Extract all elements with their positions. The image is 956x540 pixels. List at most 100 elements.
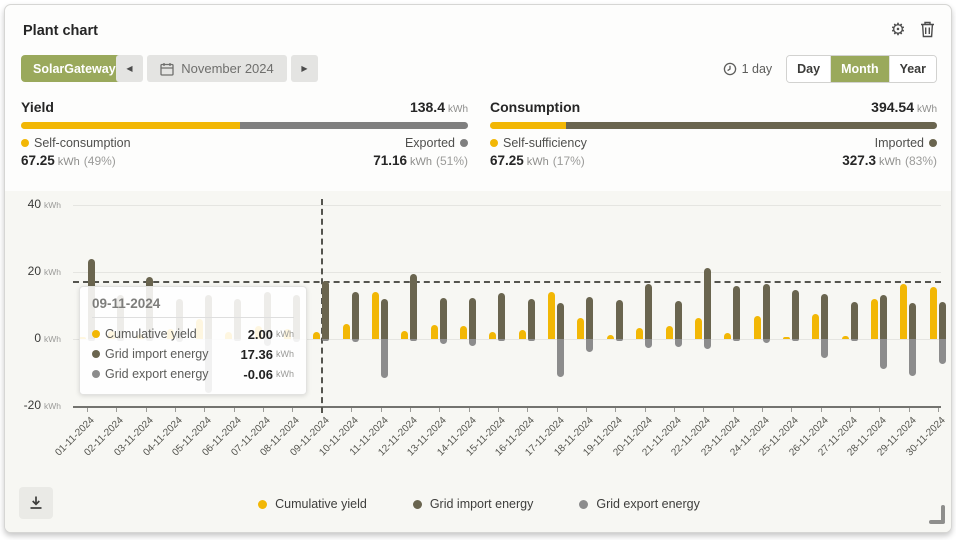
cumulative-yield-bar[interactable] [489, 332, 496, 339]
yield-title: Yield [21, 99, 54, 115]
x-axis-tick [116, 408, 117, 412]
cumulative-yield-bar[interactable] [871, 299, 878, 339]
grid-import-bar[interactable] [616, 300, 623, 339]
grid-import-bar[interactable] [381, 299, 388, 339]
day-view-button[interactable]: Day [787, 56, 830, 82]
cumulative-yield-bar[interactable] [695, 318, 702, 339]
tooltip-import-value: 17.36 [240, 347, 273, 362]
x-axis-tick [674, 408, 675, 412]
grid-export-bar[interactable] [792, 339, 799, 341]
x-axis-tick [204, 408, 205, 412]
grid-export-bar[interactable] [586, 339, 593, 352]
grid-export-bar[interactable] [704, 339, 711, 349]
grid-import-bar[interactable] [880, 295, 887, 339]
grid-import-bar[interactable] [528, 299, 535, 339]
cumulative-yield-bar[interactable] [519, 330, 526, 339]
grid-import-bar[interactable] [704, 268, 711, 339]
cumulative-yield-bar[interactable] [724, 333, 731, 339]
grid-import-bar[interactable] [586, 297, 593, 339]
grid-export-bar[interactable] [557, 339, 564, 377]
x-axis-tick [527, 408, 528, 412]
x-axis-tick [938, 408, 939, 412]
prev-month-button[interactable]: ◀ [116, 55, 143, 82]
grid-export-bar[interactable] [675, 339, 682, 347]
cumulative-yield-bar[interactable] [548, 292, 555, 339]
grid-export-bar[interactable] [381, 339, 388, 378]
cumulative-yield-bar[interactable] [754, 316, 761, 339]
chevron-right-icon: ▶ [301, 64, 307, 73]
grid-export-bar[interactable] [733, 339, 740, 341]
legend-label: Grid export energy [596, 497, 700, 511]
grid-export-bar[interactable] [821, 339, 828, 358]
self-sufficiency-label: Self-sufficiency [503, 136, 587, 150]
grid-export-bar[interactable] [645, 339, 652, 348]
cumulative-yield-bar[interactable] [812, 314, 819, 339]
date-picker-button[interactable]: November 2024 [147, 55, 287, 82]
grid-export-bar[interactable] [939, 339, 946, 364]
toolbar: SolarGateway ◀ November 2024 ▶ 1 day Day… [5, 55, 951, 83]
grid-export-bar[interactable] [851, 339, 858, 341]
grid-import-bar[interactable] [909, 303, 916, 339]
cumulative-yield-bar[interactable] [577, 318, 584, 339]
yield-summary: Yield 138.4kWh Self-consumption Exported… [21, 99, 468, 168]
cumulative-yield-bar[interactable] [930, 287, 937, 339]
cumulative-yield-bar[interactable] [401, 331, 408, 339]
cumulative-yield-bar[interactable] [607, 335, 614, 339]
cumulative-yield-bar[interactable] [372, 292, 379, 339]
grid-import-bar[interactable] [675, 301, 682, 339]
delete-button[interactable] [917, 19, 937, 39]
year-view-button[interactable]: Year [889, 56, 936, 82]
cumulative-yield-bar[interactable] [783, 337, 790, 339]
legend-item[interactable]: Grid import energy [413, 497, 534, 511]
horizontal-scrollbar-thumb[interactable] [929, 520, 945, 524]
grid-import-bar[interactable] [498, 293, 505, 339]
x-axis-tick [234, 408, 235, 412]
legend-item[interactable]: Grid export energy [579, 497, 700, 511]
grid-export-bar[interactable] [352, 339, 359, 342]
grid-export-bar[interactable] [410, 339, 417, 341]
gridline [73, 205, 941, 206]
grid-import-bar[interactable] [557, 303, 564, 339]
cumulative-yield-bar[interactable] [313, 332, 320, 339]
gateway-button[interactable]: SolarGateway [21, 55, 128, 82]
grid-export-bar[interactable] [469, 339, 476, 346]
cumulative-yield-bar[interactable] [842, 336, 849, 339]
grid-import-bar[interactable] [440, 298, 447, 339]
chart-area[interactable]: 40kWh20kWh0kWh-20kWh 01-11-202402-11-202… [5, 191, 952, 533]
grid-import-bar[interactable] [352, 292, 359, 339]
cumulative-yield-bar[interactable] [666, 326, 673, 339]
grid-import-bar[interactable] [792, 290, 799, 339]
grid-export-bar[interactable] [498, 339, 505, 341]
grid-import-bar[interactable] [322, 281, 329, 339]
next-month-button[interactable]: ▶ [291, 55, 318, 82]
imported-pct: (83%) [905, 154, 937, 168]
grid-export-bar[interactable] [763, 339, 770, 343]
grid-export-bar[interactable] [616, 339, 623, 341]
grid-import-bar[interactable] [851, 302, 858, 339]
x-axis-tick [879, 408, 880, 412]
grid-import-bar[interactable] [821, 294, 828, 339]
settings-button[interactable]: ⚙ [888, 19, 908, 39]
cumulative-yield-bar[interactable] [343, 324, 350, 339]
grid-import-bar[interactable] [469, 298, 476, 339]
cumulative-yield-bar[interactable] [431, 325, 438, 339]
grid-export-bar[interactable] [909, 339, 916, 376]
cumulative-yield-bar[interactable] [460, 326, 467, 339]
cumulative-yield-bar[interactable] [900, 284, 907, 339]
grid-import-bar[interactable] [645, 284, 652, 339]
grid-import-bar[interactable] [733, 286, 740, 339]
month-view-button[interactable]: Month [830, 56, 888, 82]
x-axis-tick [615, 408, 616, 412]
grid-import-bar[interactable] [410, 274, 417, 339]
x-axis-tick [586, 408, 587, 412]
grid-export-bar[interactable] [322, 339, 329, 341]
grid-import-bar[interactable] [939, 302, 946, 339]
x-axis-tick [498, 408, 499, 412]
grid-export-bar[interactable] [440, 339, 447, 344]
grid-export-bar[interactable] [528, 339, 535, 341]
grid-export-bar[interactable] [880, 339, 887, 369]
legend-item[interactable]: Cumulative yield [258, 497, 367, 511]
cumulative-yield-bar[interactable] [636, 328, 643, 339]
grid-import-bar[interactable] [763, 284, 770, 339]
tooltip-import-dot [92, 350, 100, 358]
